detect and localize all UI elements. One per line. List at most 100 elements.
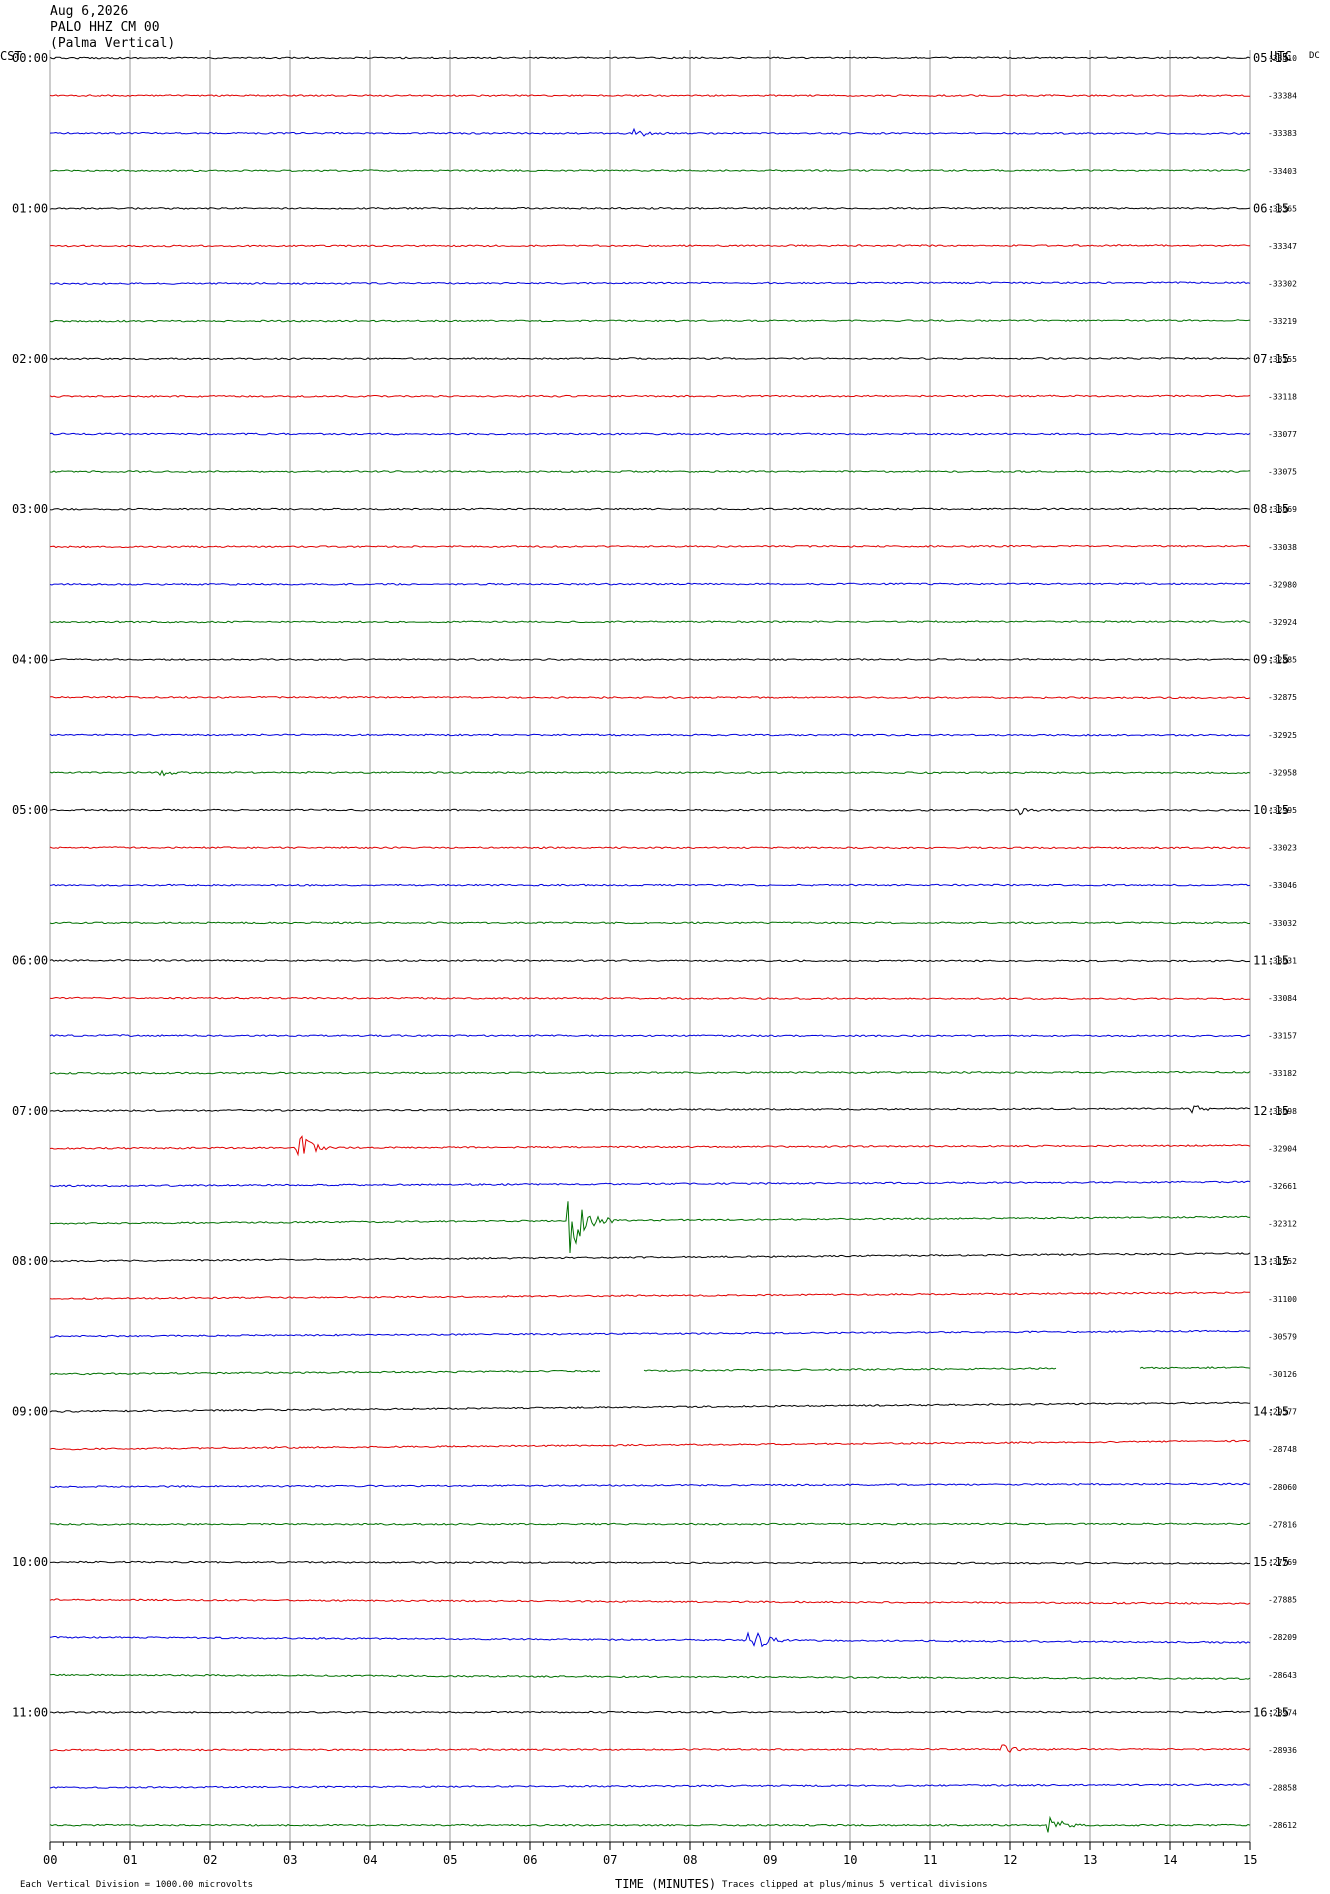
- x-tick-label: 07: [603, 1853, 617, 1867]
- dc-offset-label: -33032: [1268, 919, 1297, 928]
- left-hour-label: 11:00: [12, 1705, 48, 1719]
- seismic-trace: [49, 394, 1251, 398]
- scale-note: Each Vertical Division = 1000.00 microvo…: [20, 1880, 253, 1890]
- seismic-trace: [49, 1252, 1251, 1263]
- seismic-trace: [49, 127, 1251, 137]
- seismic-trace: [49, 281, 1251, 285]
- dc-offset-label: -33118: [1268, 392, 1297, 401]
- x-tick-label: 06: [523, 1853, 537, 1867]
- seismic-trace: [49, 319, 1251, 323]
- seismic-trace: [49, 356, 1251, 361]
- seismic-trace: [49, 169, 1251, 173]
- dc-offset-label: -33219: [1268, 317, 1297, 326]
- seismic-trace: [49, 658, 1251, 661]
- seismic-trace: [49, 1522, 1251, 1526]
- x-tick-label: 13: [1083, 1853, 1097, 1867]
- right-hour-label: 12:15: [1253, 1104, 1289, 1118]
- left-hour-label: 10:00: [12, 1555, 48, 1569]
- x-tick-label: 04: [363, 1853, 377, 1867]
- dc-offset-label: -33347: [1268, 242, 1297, 251]
- seismic-trace: [49, 206, 1251, 210]
- seismic-trace: [49, 1135, 1251, 1157]
- dc-offset-label: -32958: [1268, 768, 1297, 777]
- dc-offset-label: -32661: [1268, 1182, 1297, 1191]
- dc-offset-label: -32925: [1268, 731, 1297, 740]
- seismic-trace: [49, 544, 1251, 549]
- seismic-trace: [49, 1401, 1251, 1413]
- dc-offset-label: -33383: [1268, 129, 1297, 138]
- dc-offset-label: -32980: [1268, 580, 1297, 589]
- dc-offset-label: -33084: [1268, 994, 1297, 1003]
- left-hour-label: 01:00: [12, 201, 48, 215]
- x-tick-label: 08: [683, 1853, 697, 1867]
- dc-offset-label: -27816: [1268, 1520, 1297, 1529]
- seismic-trace: [49, 1366, 1251, 1376]
- x-tick-label: 12: [1003, 1853, 1017, 1867]
- right-hour-label: 07:15: [1253, 352, 1289, 366]
- right-hour-label: 05:15: [1253, 51, 1289, 65]
- helicorder-chart: CST UTC DC TIME (MINUTES) 00 01 02 03 04 05 06…: [0, 49, 1320, 1891]
- right-hour-label: 09:15: [1253, 653, 1289, 667]
- dc-offset-label: -28612: [1268, 1821, 1297, 1830]
- right-hour-label: 16:15: [1253, 1705, 1289, 1719]
- left-hour-label: 06:00: [12, 953, 48, 967]
- dc-offset-label: -33038: [1268, 543, 1297, 552]
- dc-offset-label: -33046: [1268, 881, 1297, 890]
- dc-offset-label: -30126: [1268, 1370, 1297, 1379]
- seismic-trace: [49, 808, 1251, 816]
- x-axis-title: TIME (MINUTES): [615, 1877, 716, 1891]
- trace-group: [49, 56, 1251, 1833]
- x-tick-label: 01: [123, 1853, 137, 1867]
- dc-offset-label: -28936: [1268, 1746, 1297, 1755]
- right-hour-label: 13:15: [1253, 1254, 1289, 1268]
- dc-offset-label: -33403: [1268, 167, 1297, 176]
- left-hour-label: 07:00: [12, 1104, 48, 1118]
- seismic-trace: [49, 1815, 1251, 1833]
- right-hour-label: 06:15: [1253, 201, 1289, 215]
- seismic-trace: [49, 846, 1251, 850]
- left-hour-label: 00:00: [12, 51, 48, 65]
- x-tick-label: 15: [1243, 1853, 1257, 1867]
- right-hour-label: 14:15: [1253, 1405, 1289, 1419]
- seismic-trace: [49, 1329, 1251, 1338]
- dc-offset-label: -32924: [1268, 618, 1297, 627]
- dc-offset-label: -33384: [1268, 92, 1297, 101]
- x-tick-label: 03: [283, 1853, 297, 1867]
- seismic-trace: [50, 1560, 1251, 1565]
- dc-offset-label: -33077: [1268, 430, 1297, 439]
- dc-offset-label: -33302: [1268, 280, 1297, 289]
- dc-offset-label: -27885: [1268, 1596, 1297, 1605]
- right-hour-label: 10:15: [1253, 803, 1289, 817]
- dc-offset-label: -31100: [1268, 1295, 1297, 1304]
- right-hour-label: 15:15: [1253, 1555, 1289, 1569]
- seismic-trace: [49, 507, 1251, 511]
- seismic-trace: [49, 1783, 1251, 1789]
- left-hour-label: 05:00: [12, 803, 48, 817]
- clip-note: Traces clipped at plus/minus 5 vertical …: [722, 1880, 988, 1890]
- x-tick-label: 05: [443, 1853, 457, 1867]
- seismic-trace: [49, 733, 1251, 737]
- seismic-trace: [49, 1598, 1251, 1605]
- seismic-trace: [49, 620, 1250, 624]
- seismic-trace: [49, 94, 1251, 97]
- dc-offset-label: -32312: [1268, 1220, 1297, 1229]
- x-tick-label: 14: [1163, 1853, 1177, 1867]
- dc-offset-label: -28209: [1268, 1633, 1297, 1642]
- left-hour-label: 02:00: [12, 352, 48, 366]
- dc-offset-label: -33075: [1268, 468, 1297, 477]
- seismic-trace: [49, 244, 1251, 248]
- right-hour-label: 11:15: [1253, 953, 1289, 967]
- dc-offset-label: -33023: [1268, 844, 1297, 853]
- seismic-trace: [49, 1482, 1251, 1489]
- dc-offset-label: -32875: [1268, 693, 1297, 702]
- seismic-trace: [49, 470, 1251, 473]
- seismic-trace: [49, 1105, 1251, 1114]
- seismic-trace: [49, 921, 1250, 925]
- seismic-trace: [49, 1673, 1251, 1680]
- left-hour-label: 04:00: [12, 653, 48, 667]
- right-hour-label: 08:15: [1253, 502, 1289, 516]
- seismic-trace: [49, 883, 1251, 887]
- seismic-trace: [49, 1291, 1250, 1300]
- seismic-trace: [49, 769, 1251, 777]
- left-hour-label: 08:00: [12, 1254, 48, 1268]
